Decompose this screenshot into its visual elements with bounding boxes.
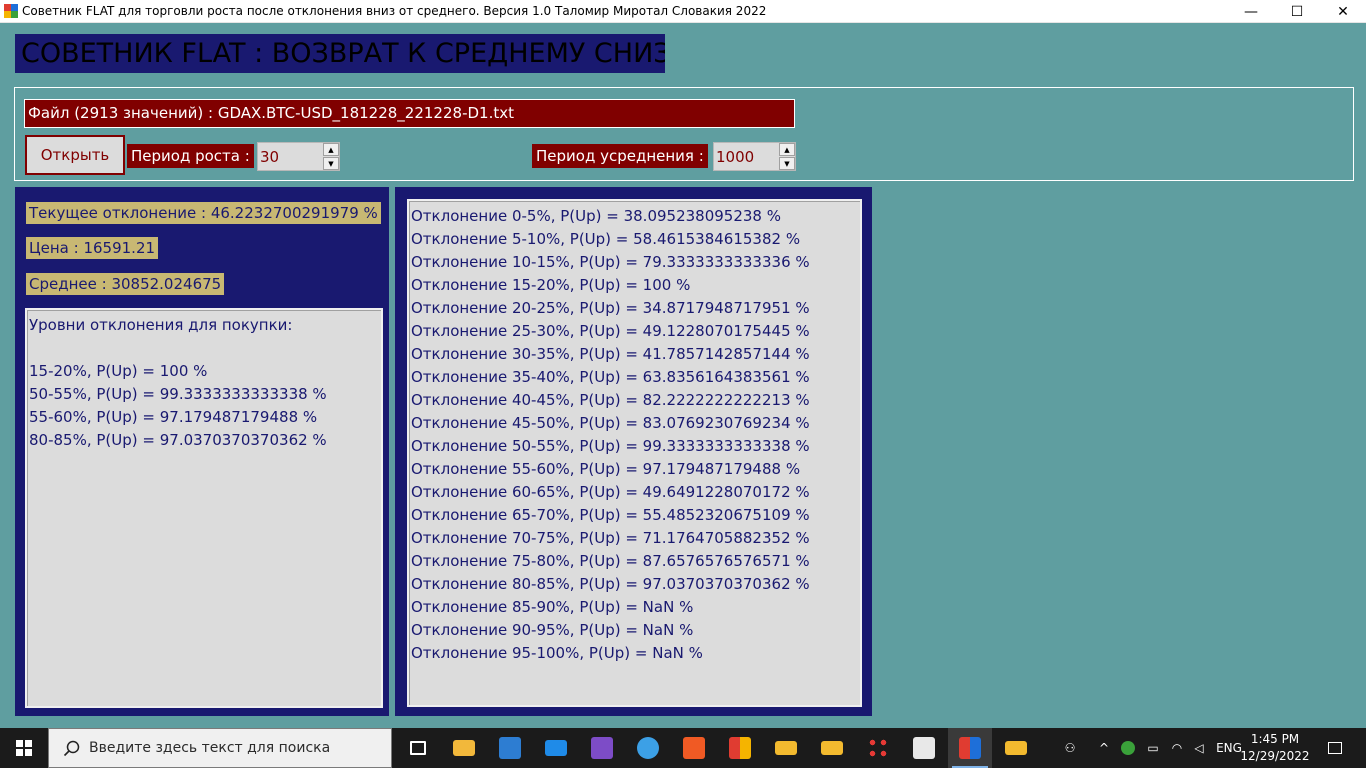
buy-levels-listbox[interactable]: Уровни отклонения для покупки: 15-20%, P… — [25, 308, 383, 708]
list-item[interactable]: Отклонение 85-90%, P(Up) = NaN % — [411, 596, 858, 619]
list-item[interactable]: Отклонение 75-80%, P(Up) = 87.6576576576… — [411, 550, 858, 573]
growth-period-label: Период роста : — [127, 144, 254, 168]
security-icon[interactable] — [1118, 728, 1138, 768]
binance-icon — [821, 741, 843, 755]
spin-up-icon[interactable]: ▲ — [779, 143, 795, 156]
wifi-icon[interactable]: ◠ — [1166, 728, 1188, 768]
task-view-button[interactable] — [396, 728, 440, 768]
current-deviation-label: Текущее отклонение : 46.2232700291979 % — [26, 202, 381, 224]
price-label: Цена : 16591.21 — [26, 237, 159, 259]
growth-period-stepper[interactable]: 30 ▲ ▼ — [257, 142, 340, 171]
app-window-button[interactable] — [718, 728, 762, 768]
binance-button[interactable] — [994, 728, 1038, 768]
close-button[interactable]: ✕ — [1320, 0, 1366, 23]
list-item[interactable]: 55-60%, P(Up) = 97.179487179488 % — [29, 406, 379, 429]
clock-time: 1:45 PM — [1250, 732, 1300, 746]
list-item[interactable]: Отклонение 65-70%, P(Up) = 55.4852320675… — [411, 504, 858, 527]
taskbar: Введите здесь текст для поиска ⚇ ^ ▭ ◠ ◁… — [0, 728, 1366, 768]
windows-logo-icon — [16, 740, 32, 756]
avg-period-value[interactable]: 1000 — [716, 148, 754, 166]
list-item[interactable]: Отклонение 20-25%, P(Up) = 34.8717948717… — [411, 297, 858, 320]
visual-studio-button[interactable] — [580, 728, 624, 768]
visual-studio-icon — [591, 737, 613, 759]
start-button[interactable] — [0, 728, 48, 768]
dots-grid-icon — [867, 737, 889, 759]
binance-button[interactable] — [764, 728, 808, 768]
binance-icon — [1005, 741, 1027, 755]
average-label: Среднее : 30852.024675 — [26, 273, 225, 295]
app-icon — [4, 4, 18, 18]
clock-date: 12/29/2022 — [1240, 749, 1310, 763]
list-item[interactable]: 15-20%, P(Up) = 100 % — [29, 360, 379, 383]
list-item[interactable]: Отклонение 30-35%, P(Up) = 41.7857142857… — [411, 343, 858, 366]
binance-icon — [775, 741, 797, 755]
list-item[interactable]: Отклонение 5-10%, P(Up) = 58.46153846153… — [411, 228, 858, 251]
binance-button[interactable] — [810, 728, 854, 768]
window-titlebar: Советник FLAT для торговли роста после о… — [0, 0, 1366, 23]
brave-icon — [683, 737, 705, 759]
list-item[interactable]: Отклонение 90-95%, P(Up) = NaN % — [411, 619, 858, 642]
list-item[interactable]: Отклонение 50-55%, P(Up) = 99.3333333333… — [411, 435, 858, 458]
grid-app-button[interactable] — [856, 728, 900, 768]
clock[interactable]: 1:45 PM 12/29/2022 — [1240, 731, 1310, 765]
edge-button[interactable] — [626, 728, 670, 768]
app-window-icon — [729, 737, 751, 759]
list-item[interactable]: Отклонение 10-15%, P(Up) = 79.3333333333… — [411, 251, 858, 274]
store-icon — [499, 737, 521, 759]
search-icon — [63, 740, 80, 757]
spin-up-icon[interactable]: ▲ — [323, 143, 339, 156]
volume-icon[interactable]: ◁ — [1188, 728, 1210, 768]
taskbar-search-box[interactable]: Введите здесь текст для поиска — [48, 728, 392, 768]
battery-icon[interactable]: ▭ — [1142, 728, 1164, 768]
app-window-icon — [959, 737, 981, 759]
list-item[interactable]: 80-85%, P(Up) = 97.0370370370362 % — [29, 429, 379, 452]
search-placeholder: Введите здесь текст для поиска — [89, 740, 331, 756]
store-button[interactable] — [488, 728, 532, 768]
mail-button[interactable] — [534, 728, 578, 768]
list-item[interactable]: Отклонение 55-60%, P(Up) = 97.1794871794… — [411, 458, 858, 481]
list-item[interactable]: Отклонение 15-20%, P(Up) = 100 % — [411, 274, 858, 297]
notifications-icon[interactable] — [1320, 728, 1350, 768]
mail-icon — [545, 740, 567, 756]
list-item[interactable]: Отклонение 60-65%, P(Up) = 49.6491228070… — [411, 481, 858, 504]
chevron-up-icon[interactable]: ^ — [1094, 728, 1114, 768]
list-item[interactable]: Отклонение 40-45%, P(Up) = 82.2222222222… — [411, 389, 858, 412]
spin-down-icon[interactable]: ▼ — [323, 157, 339, 170]
spin-down-icon[interactable]: ▼ — [779, 157, 795, 170]
avg-period-label: Период усреднения : — [532, 144, 708, 168]
edge-icon — [637, 737, 659, 759]
list-item[interactable]: Отклонение 95-100%, P(Up) = NaN % — [411, 642, 858, 665]
list-item[interactable]: Отклонение 25-30%, P(Up) = 49.1228070175… — [411, 320, 858, 343]
list-item[interactable]: Отклонение 0-5%, P(Up) = 38.095238095238… — [411, 205, 858, 228]
file-explorer-button[interactable] — [442, 728, 486, 768]
avg-period-stepper[interactable]: 1000 ▲ ▼ — [713, 142, 796, 171]
page-title: СОВЕТНИК FLAT : ВОЗВРАТ К СРЕДНЕМУ СНИЗУ — [15, 34, 665, 73]
minimize-button[interactable]: — — [1228, 0, 1274, 23]
document-icon — [913, 737, 935, 759]
task-view-icon — [410, 741, 426, 755]
people-icon[interactable]: ⚇ — [1058, 728, 1082, 768]
file-name-field: Файл (2913 значений) : GDAX.BTC-USD_1812… — [24, 99, 795, 128]
list-item[interactable]: Отклонение 45-50%, P(Up) = 83.0769230769… — [411, 412, 858, 435]
window-title: Советник FLAT для торговли роста после о… — [22, 4, 767, 18]
deviations-listbox[interactable]: Отклонение 0-5%, P(Up) = 38.095238095238… — [407, 199, 862, 707]
list-item[interactable]: Отклонение 70-75%, P(Up) = 71.1764705882… — [411, 527, 858, 550]
flat-advisor-taskbar-button[interactable] — [948, 728, 992, 768]
list-item[interactable]: 50-55%, P(Up) = 99.3333333333338 % — [29, 383, 379, 406]
document-viewer-button[interactable] — [902, 728, 946, 768]
folder-icon — [453, 740, 475, 756]
list-item[interactable]: Отклонение 35-40%, P(Up) = 63.8356164383… — [411, 366, 858, 389]
list-item[interactable]: Отклонение 80-85%, P(Up) = 97.0370370370… — [411, 573, 858, 596]
maximize-button[interactable]: ☐ — [1274, 0, 1320, 23]
open-file-button[interactable]: Открыть — [25, 135, 125, 175]
brave-button[interactable] — [672, 728, 716, 768]
buy-levels-heading: Уровни отклонения для покупки: — [29, 316, 293, 334]
growth-period-value[interactable]: 30 — [260, 148, 279, 166]
